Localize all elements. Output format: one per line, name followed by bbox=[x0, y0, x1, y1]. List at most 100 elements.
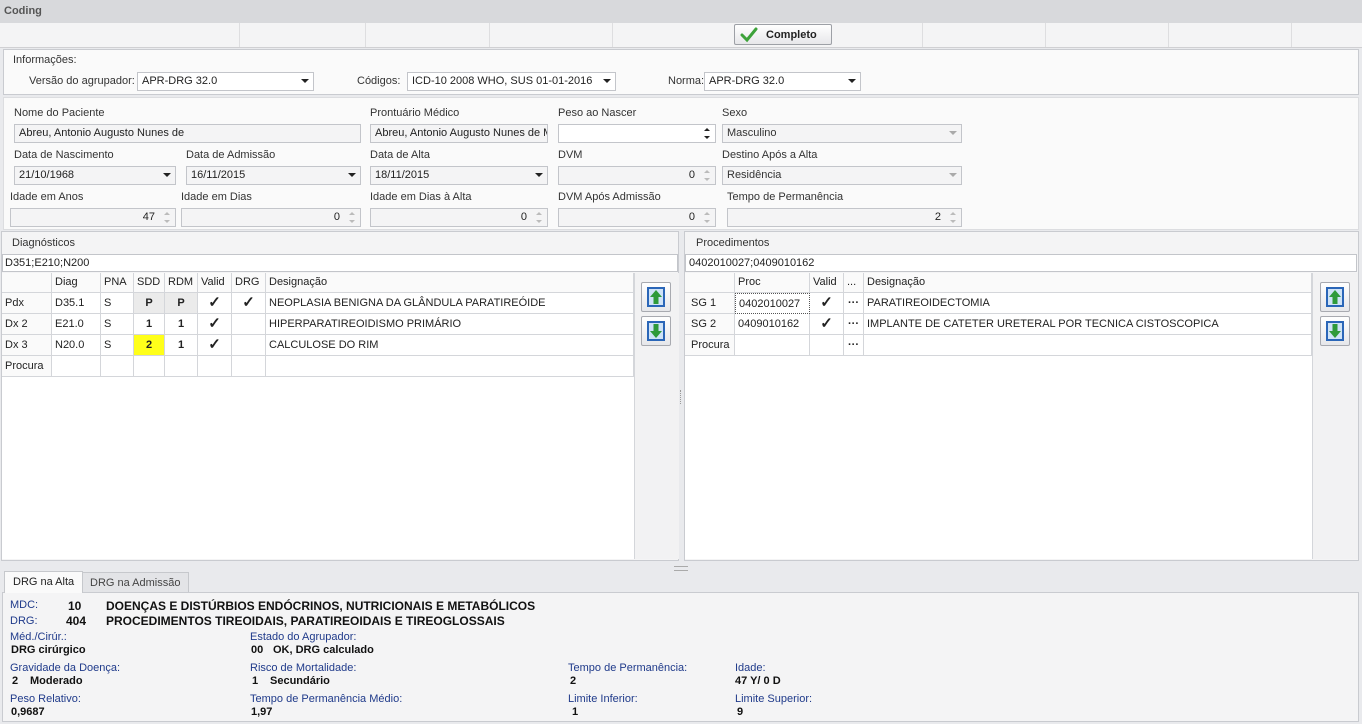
procedure-move-up-button[interactable] bbox=[1320, 282, 1350, 312]
spinner-icon[interactable] bbox=[704, 169, 712, 183]
diagnosis-cell-diag[interactable]: D35.1 bbox=[52, 293, 101, 314]
diagnosis-cell-valid[interactable]: ✓ bbox=[198, 293, 232, 314]
diagnosis-cell-sdd[interactable]: P bbox=[134, 293, 165, 314]
diagnosis-cell-desc[interactable]: CALCULOSE DO RIM bbox=[266, 335, 634, 356]
procedures-column-header[interactable]: ... bbox=[844, 273, 864, 293]
mdc-code: 10 bbox=[68, 599, 82, 613]
diagnosis-cell-pna[interactable]: S bbox=[101, 293, 134, 314]
diagnosis-cell-sdd[interactable] bbox=[134, 356, 165, 377]
sex-select[interactable]: Masculino bbox=[722, 124, 962, 143]
admission-date-field[interactable]: 16/11/2015 bbox=[186, 166, 361, 185]
medical-record-field[interactable]: Abreu, Antonio Augusto Nunes de M bbox=[370, 124, 548, 143]
diagnosis-cell-diag[interactable]: E21.0 bbox=[52, 314, 101, 335]
spinner-icon[interactable] bbox=[950, 211, 958, 225]
diagnosis-cell-diag[interactable]: N20.0 bbox=[52, 335, 101, 356]
procedure-row-header[interactable]: Procura bbox=[685, 335, 735, 356]
diagnoses-column-header[interactable]: RDM bbox=[165, 273, 198, 293]
procedure-cell-valid[interactable]: ✓ bbox=[810, 293, 844, 314]
procedure-row-header[interactable]: SG 1 bbox=[685, 293, 735, 314]
age-days-field[interactable]: 0 bbox=[181, 208, 361, 227]
age-years-field[interactable]: 47 bbox=[10, 208, 176, 227]
result-length-of-stay-label: Tempo de Permanência: bbox=[568, 662, 688, 674]
diagnosis-cell-desc[interactable]: NEOPLASIA BENIGNA DA GLÂNDULA PARATIREÓI… bbox=[266, 293, 634, 314]
norm-select[interactable]: APR-DRG 32.0 bbox=[704, 72, 861, 91]
procedures-column-header[interactable]: Valid bbox=[810, 273, 844, 293]
diagnosis-cell-drg[interactable] bbox=[232, 356, 266, 377]
move-up-button[interactable] bbox=[641, 282, 671, 312]
age-days-discharge-field[interactable]: 0 bbox=[370, 208, 548, 227]
diagnoses-column-header[interactable]: PNA bbox=[101, 273, 134, 293]
diagnosis-cell-desc[interactable]: HIPERPARATIREOIDISMO PRIMÁRIO bbox=[266, 314, 634, 335]
destination-select[interactable]: Residência bbox=[722, 166, 962, 185]
diagnoses-column-header[interactable]: DRG bbox=[232, 273, 266, 293]
complete-button[interactable]: Completo bbox=[734, 24, 832, 45]
diagnosis-row-header[interactable]: Procura bbox=[2, 356, 52, 377]
diagnoses-column-header[interactable]: SDD bbox=[134, 273, 165, 293]
tab-drg-admission[interactable]: DRG na Admissão bbox=[81, 572, 190, 593]
dvm-field[interactable]: 0 bbox=[558, 166, 716, 185]
more-options-button[interactable]: ··· bbox=[844, 293, 864, 314]
dvm-after-admission-field[interactable]: 0 bbox=[558, 208, 716, 227]
tab-drg-discharge[interactable]: DRG na Alta bbox=[4, 571, 84, 593]
medcir-label: Méd./Cirúr.: bbox=[10, 631, 67, 643]
diagnosis-cell-drg[interactable] bbox=[232, 335, 266, 356]
more-options-button[interactable]: ··· bbox=[844, 335, 864, 356]
diagnoses-column-header[interactable]: Diag bbox=[52, 273, 101, 293]
horizontal-splitter-handle[interactable] bbox=[674, 566, 688, 571]
diagnosis-cell-valid[interactable] bbox=[198, 356, 232, 377]
move-down-button[interactable] bbox=[641, 316, 671, 346]
diagnosis-cell-diag[interactable] bbox=[52, 356, 101, 377]
diagnoses-column-header[interactable]: Designação bbox=[266, 273, 634, 293]
diagnosis-cell-rdm[interactable]: 1 bbox=[165, 335, 198, 356]
diagnoses-column-header[interactable]: Valid bbox=[198, 273, 232, 293]
procedure-cell-proc[interactable]: 0409010162 bbox=[735, 314, 810, 335]
diagnosis-row-header[interactable]: Dx 2 bbox=[2, 314, 52, 335]
spinner-icon[interactable] bbox=[704, 211, 712, 225]
spinner-icon[interactable] bbox=[704, 127, 712, 141]
procedures-codes-input[interactable]: 0402010027;0409010162 bbox=[685, 254, 1357, 272]
diagnosis-cell-valid[interactable]: ✓ bbox=[198, 335, 232, 356]
procedure-move-down-button[interactable] bbox=[1320, 316, 1350, 346]
diagnosis-cell-sdd[interactable]: 1 bbox=[134, 314, 165, 335]
diagnosis-cell-pna[interactable]: S bbox=[101, 314, 134, 335]
diagnoses-column-header[interactable] bbox=[2, 273, 52, 293]
diagnosis-row-header[interactable]: Pdx bbox=[2, 293, 52, 314]
length-of-stay-field[interactable]: 2 bbox=[727, 208, 962, 227]
diagnosis-cell-drg[interactable] bbox=[232, 314, 266, 335]
diagnosis-cell-sdd[interactable]: 2 bbox=[134, 335, 165, 356]
diagnosis-cell-rdm[interactable]: P bbox=[165, 293, 198, 314]
procedure-cell-valid[interactable]: ✓ bbox=[810, 314, 844, 335]
grouper-version-select[interactable]: APR-DRG 32.0 bbox=[137, 72, 314, 91]
procedures-column-header[interactable]: Designação bbox=[864, 273, 1312, 293]
diagnosis-cell-pna[interactable]: S bbox=[101, 335, 134, 356]
procedure-row-header[interactable]: SG 2 bbox=[685, 314, 735, 335]
diagnosis-cell-rdm[interactable] bbox=[165, 356, 198, 377]
diagnosis-cell-rdm[interactable]: 1 bbox=[165, 314, 198, 335]
diagnosis-row-header[interactable]: Dx 3 bbox=[2, 335, 52, 356]
spinner-icon[interactable] bbox=[536, 211, 544, 225]
procedure-cell-desc[interactable]: IMPLANTE DE CATETER URETERAL POR TECNICA… bbox=[864, 314, 1312, 335]
more-options-button[interactable]: ··· bbox=[844, 314, 864, 335]
diagnosis-cell-drg[interactable]: ✓ bbox=[232, 293, 266, 314]
toolbar-separator bbox=[922, 23, 923, 47]
procedures-column-header[interactable] bbox=[685, 273, 735, 293]
procedure-cell-valid[interactable] bbox=[810, 335, 844, 356]
spinner-icon[interactable] bbox=[164, 211, 172, 225]
birth-weight-field[interactable] bbox=[558, 124, 716, 143]
diagnoses-codes-input[interactable]: D351;E210;N200 bbox=[2, 254, 678, 272]
procedures-column-header[interactable]: Proc bbox=[735, 273, 810, 293]
procedure-cell-desc[interactable] bbox=[864, 335, 1312, 356]
norm-value: APR-DRG 32.0 bbox=[709, 75, 785, 87]
diagnosis-cell-pna[interactable] bbox=[101, 356, 134, 377]
diagnosis-cell-valid[interactable]: ✓ bbox=[198, 314, 232, 335]
procedure-cell-desc[interactable]: PARATIREOIDECTOMIA bbox=[864, 293, 1312, 314]
diagnosis-cell-desc[interactable] bbox=[266, 356, 634, 377]
patient-name-field[interactable]: Abreu, Antonio Augusto Nunes de bbox=[14, 124, 361, 143]
procedure-cell-proc[interactable]: 0402010027 bbox=[735, 293, 810, 314]
codes-select[interactable]: ICD-10 2008 WHO, SUS 01-01-2016 bbox=[407, 72, 616, 91]
discharge-date-field[interactable]: 18/11/2015 bbox=[370, 166, 548, 185]
procedure-cell-proc[interactable] bbox=[735, 335, 810, 356]
chevron-down-icon bbox=[535, 173, 543, 177]
spinner-icon[interactable] bbox=[349, 211, 357, 225]
birth-date-field[interactable]: 21/10/1968 bbox=[14, 166, 176, 185]
